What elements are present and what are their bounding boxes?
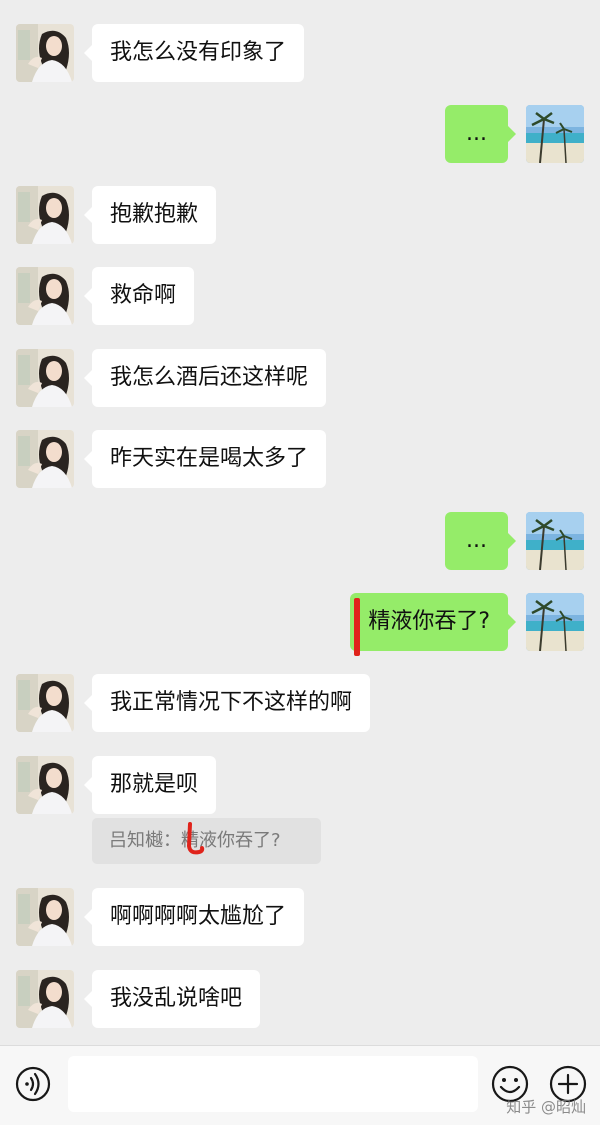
- avatar-image: [526, 105, 584, 163]
- message-bubble[interactable]: 精液你吞了?: [350, 593, 516, 651]
- annotation-mark: [354, 598, 360, 656]
- avatar-image: [16, 430, 74, 488]
- annotation-mark: [186, 822, 205, 855]
- message-bubble[interactable]: 昨天实在是喝太多了: [83, 430, 327, 488]
- message-bubble[interactable]: 我正常情况下不这样的啊: [83, 674, 371, 732]
- quoted-reply[interactable]: 吕知樾：精液你吞了?: [92, 818, 321, 864]
- avatar[interactable]: [16, 970, 74, 1028]
- avatar-image: [16, 674, 74, 732]
- avatar[interactable]: [16, 888, 74, 946]
- watermark: 知乎 @昭灿: [506, 1098, 586, 1116]
- avatar-image: [526, 512, 584, 570]
- avatar[interactable]: [16, 756, 74, 814]
- avatar[interactable]: [16, 267, 74, 325]
- message-input[interactable]: [68, 1056, 478, 1112]
- message-bubble[interactable]: ...: [445, 105, 516, 163]
- avatar-image: [16, 349, 74, 407]
- message-bubble[interactable]: ...: [445, 512, 516, 570]
- avatar-image: [16, 970, 74, 1028]
- avatar-image: [16, 186, 74, 244]
- avatar-image: [16, 888, 74, 946]
- avatar[interactable]: [526, 105, 584, 163]
- avatar[interactable]: [16, 186, 74, 244]
- message-bubble[interactable]: 救命啊: [83, 267, 195, 325]
- chat-area[interactable]: 我怎么没有印象了 ... 抱歉抱歉 救命啊 我怎么酒后还这样呢 昨天实在是喝太多…: [0, 0, 600, 1045]
- avatar[interactable]: [16, 24, 74, 82]
- voice-icon[interactable]: [15, 1066, 51, 1102]
- avatar[interactable]: [16, 430, 74, 488]
- avatar-image: [16, 267, 74, 325]
- avatar[interactable]: [526, 512, 584, 570]
- message-bubble[interactable]: 抱歉抱歉: [83, 186, 217, 244]
- avatar[interactable]: [16, 674, 74, 732]
- message-bubble[interactable]: 我没乱说啥吧: [83, 970, 261, 1028]
- avatar[interactable]: [526, 593, 584, 651]
- avatar[interactable]: [16, 349, 74, 407]
- avatar-image: [16, 756, 74, 814]
- message-bubble[interactable]: 啊啊啊啊太尴尬了: [83, 888, 305, 946]
- message-bubble[interactable]: 那就是呗: [83, 756, 217, 814]
- avatar-image: [16, 24, 74, 82]
- avatar-image: [526, 593, 584, 651]
- input-bar: 知乎 @昭灿: [0, 1045, 600, 1125]
- message-bubble[interactable]: 我怎么没有印象了: [83, 24, 305, 82]
- message-bubble[interactable]: 我怎么酒后还这样呢: [83, 349, 327, 407]
